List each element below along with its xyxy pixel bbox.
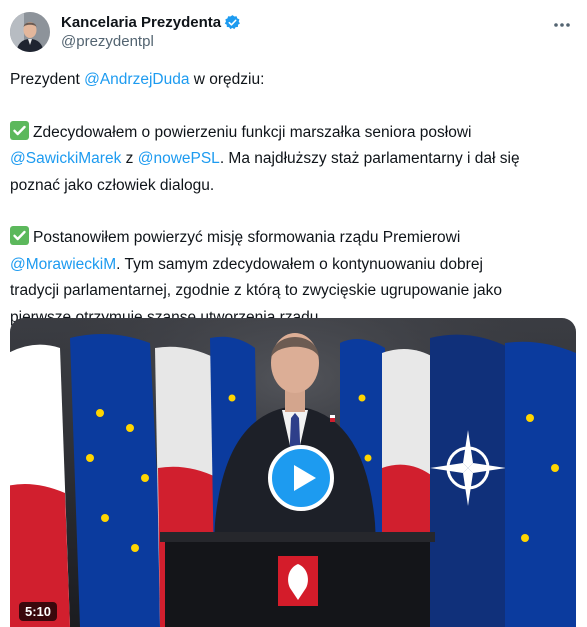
tweet-paragraph-government: Postanowiłem powierzyć misję sformowania… (10, 225, 576, 331)
text-span: Postanowiłem powierzyć misję sformowania… (33, 229, 461, 246)
text-span: poznać jako człowiek dialogu. (10, 176, 215, 194)
text-span: Prezydent (10, 71, 85, 88)
video-duration-badge: 5:10 (19, 602, 58, 621)
play-icon (294, 465, 316, 491)
text-span: . Tym samym zdecydowałem o kontynuowaniu… (116, 255, 483, 273)
text-span: tradycji parlamentarnej, zgodnie z którą… (10, 282, 502, 299)
verified-badge-icon (224, 14, 241, 31)
tweet: Kancelaria Prezydenta @prezydentpl Prezy… (0, 0, 587, 627)
mention-nowepsl[interactable]: @nowePSL (138, 150, 220, 167)
text-span: z (121, 150, 138, 167)
check-mark-icon (10, 226, 29, 245)
text-span: w orędziu: (189, 71, 265, 88)
tweet-paragraph-senior-marshal: Zdecydowałem o powierzeniu funkcji marsz… (10, 120, 576, 200)
text-span: . Ma najdłuższy staż parlamentarny i dał… (219, 150, 520, 167)
text-span: Zdecydowałem o powierzeniu funkcji marsz… (33, 123, 472, 141)
tweet-paragraph-intro: Prezydent @AndrzejDuda w orędziu: (10, 67, 576, 94)
check-mark-icon (10, 120, 29, 140)
video-player[interactable]: 5:10 (10, 318, 576, 627)
tweet-text: Prezydent @AndrzejDuda w orędziu: Zdecyd… (10, 67, 576, 331)
author-handle[interactable]: @prezydentpl (61, 33, 241, 50)
play-button[interactable] (268, 445, 334, 511)
mention-morawieckim[interactable]: @MorawieckiM (10, 256, 116, 273)
mention-andrzejduda[interactable]: @AndrzejDuda (84, 71, 189, 88)
mention-sawickimarek[interactable]: @SawickiMarek (10, 150, 121, 167)
author-block: Kancelaria Prezydenta @prezydentpl (61, 12, 241, 50)
more-options-icon[interactable] (551, 14, 573, 36)
avatar[interactable] (10, 12, 50, 52)
author-name[interactable]: Kancelaria Prezydenta (61, 14, 221, 31)
